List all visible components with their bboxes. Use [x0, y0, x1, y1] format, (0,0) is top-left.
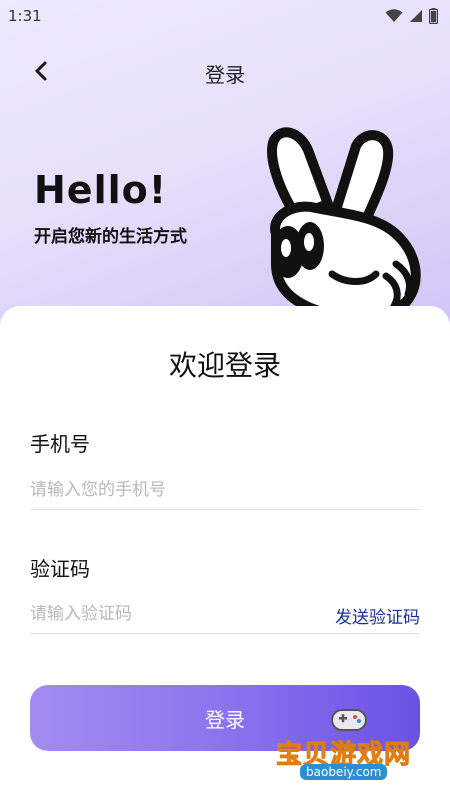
phone-input[interactable]: [30, 470, 420, 510]
hero-subtitle: 开启您新的生活方式: [34, 227, 187, 247]
peace-hand-icon: [267, 127, 421, 314]
signal-icon: [410, 10, 422, 22]
gamepad-icon: [331, 709, 367, 731]
watermark-url: baobeiy.com: [300, 764, 388, 780]
send-code-button[interactable]: 发送验证码: [335, 603, 420, 628]
battery-icon: [429, 8, 438, 24]
hero-headline: Hello!: [34, 168, 168, 212]
wifi-icon: [385, 9, 403, 22]
status-icons: [385, 8, 438, 24]
page-title: 登录: [205, 63, 245, 87]
code-input[interactable]: [30, 594, 320, 634]
status-bar: 1:31: [0, 0, 450, 32]
code-divider: [30, 633, 420, 634]
code-label: 验证码: [30, 557, 90, 581]
card-title: 欢迎登录: [168, 349, 281, 382]
status-time: 1:31: [8, 7, 42, 25]
watermark: 宝贝游戏网 baobeiy.com: [270, 702, 430, 780]
nav-bar: 登录: [0, 50, 450, 92]
phone-label: 手机号: [30, 432, 90, 456]
